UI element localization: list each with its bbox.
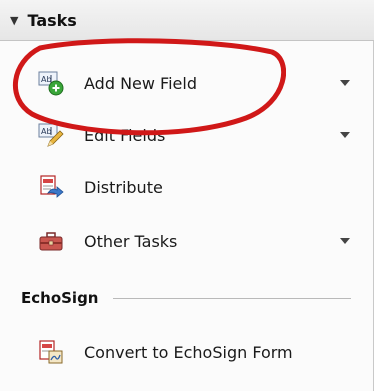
- task-edit-fields[interactable]: Ab Edit Fields: [0, 109, 374, 161]
- add-field-icon: Ab: [38, 71, 64, 96]
- task-label: Edit Fields: [84, 125, 166, 145]
- distribute-icon: [40, 175, 64, 198]
- chevron-down-icon[interactable]: [340, 132, 350, 138]
- task-label: Add New Field: [84, 73, 197, 93]
- edit-fields-icon: Ab: [38, 123, 64, 147]
- tasks-section-title: Tasks: [27, 10, 77, 30]
- task-label: Other Tasks: [84, 231, 178, 251]
- svg-text:Ab: Ab: [41, 75, 52, 84]
- echosign-section-title: EchoSign: [21, 289, 99, 307]
- convert-form-icon: [39, 340, 63, 364]
- echosign-section-header: EchoSign: [0, 280, 374, 316]
- task-add-new-field[interactable]: Ab Add New Field: [0, 57, 374, 109]
- toolbox-icon: [39, 232, 63, 251]
- tasks-panel: ▼ Tasks Ab Add New Field Ab Edit Fields: [0, 0, 374, 391]
- chevron-down-icon[interactable]: [340, 238, 350, 244]
- tasks-section-header[interactable]: ▼ Tasks: [0, 0, 374, 41]
- chevron-down-icon[interactable]: [340, 80, 350, 86]
- task-label: Distribute: [84, 177, 163, 197]
- section-divider: [113, 298, 351, 299]
- task-distribute[interactable]: Distribute: [0, 161, 374, 213]
- task-convert-echosign-form[interactable]: Convert to EchoSign Form: [0, 326, 374, 378]
- task-label: Convert to EchoSign Form: [84, 342, 293, 362]
- task-other-tasks[interactable]: Other Tasks: [0, 215, 374, 267]
- svg-text:Ab: Ab: [41, 127, 52, 136]
- collapse-triangle-icon[interactable]: ▼: [10, 14, 18, 27]
